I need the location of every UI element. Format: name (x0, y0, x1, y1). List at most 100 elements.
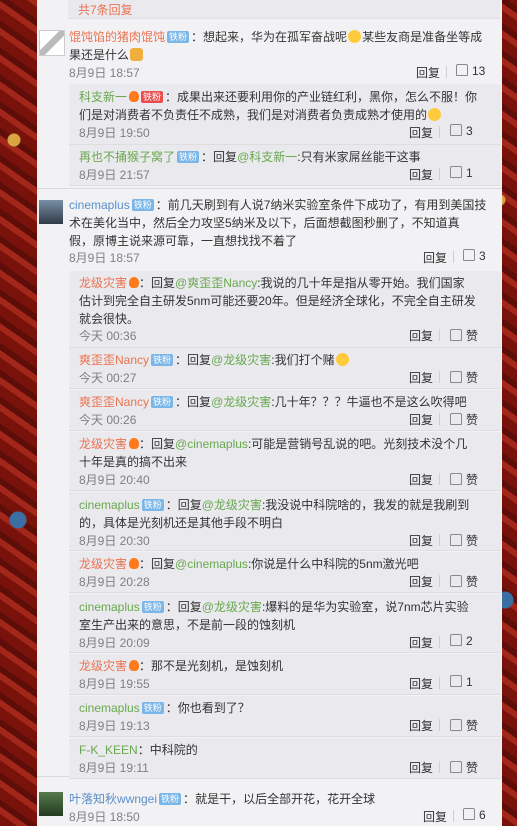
thumbs-up-icon (463, 249, 475, 261)
reply-item: 科支新一 铁粉 ：成果出来还要利用你的产业链红利，黑你，怎么不服！你 们是对消费者不… (69, 84, 501, 145)
reply-item: 龙级灾害 ：回复@cinemaplus:可能是营销号乱说的吧。光刻技术没个几 十年… (69, 432, 501, 491)
like-button[interactable]: 赞 (450, 327, 478, 344)
avatar[interactable] (39, 200, 63, 224)
reply-username[interactable]: F-K_KEEN (79, 743, 138, 757)
mention-link[interactable]: @cinemaplus (175, 437, 248, 451)
like-button[interactable]: 赞 (450, 471, 478, 488)
like-button[interactable]: 13 (456, 64, 485, 78)
like-button[interactable]: 赞 (450, 532, 478, 549)
fan-badge: 铁粉 (141, 601, 164, 613)
mention-link[interactable]: @龙级灾害 (202, 600, 262, 614)
like-button[interactable]: 3 (450, 124, 473, 138)
separator: ： (175, 395, 188, 409)
like-button[interactable]: 赞 (450, 759, 478, 776)
like-button[interactable]: 赞 (450, 717, 478, 734)
reply-username[interactable]: 再也不捅猴子窝了 (79, 150, 175, 164)
reply-button[interactable]: 回复 (409, 532, 433, 549)
separator: ： (139, 276, 152, 290)
reply-username[interactable]: 龙级灾害 (79, 659, 127, 673)
like-count: 13 (472, 64, 486, 78)
reply-text: 中科院的 (149, 743, 198, 757)
reply-button[interactable]: 回复 (409, 327, 433, 344)
reply-text: :你说是什么中科院的5nm激光吧 (247, 557, 419, 571)
reply-button[interactable]: 回复 (423, 808, 447, 825)
mention-link[interactable]: @龙级灾害 (202, 498, 262, 512)
fire-icon (129, 558, 140, 569)
fan-badge: 铁粉 (151, 396, 174, 408)
divider (453, 251, 454, 263)
fan-badge: 铁粉 (167, 31, 190, 43)
reply-button[interactable]: 回复 (409, 369, 433, 386)
like-button[interactable]: 赞 (450, 573, 478, 590)
comment-time: 8月9日 18:57 (69, 251, 140, 265)
divider (439, 719, 440, 731)
reply-button[interactable]: 回复 (409, 717, 433, 734)
avatar[interactable] (39, 792, 63, 816)
reply-time: 8月9日 19:13 (79, 719, 150, 733)
reply-username[interactable]: 科支新一 (79, 90, 127, 104)
comment-time: 8月9日 18:57 (69, 66, 140, 80)
mention-link[interactable]: @科支新一 (237, 150, 297, 164)
reply-button[interactable]: 回复 (409, 759, 433, 776)
grin-emoji-icon (428, 108, 442, 121)
like-button[interactable]: 3 (463, 249, 486, 263)
more-replies-link[interactable]: 共7条回复 (78, 1, 133, 18)
reply-button[interactable]: 回复 (423, 249, 447, 266)
like-button[interactable]: 1 (450, 166, 473, 180)
like-button[interactable]: 6 (463, 808, 486, 822)
mention-link[interactable]: @爽歪歪Nancy (175, 276, 257, 290)
reply-button[interactable]: 回复 (409, 634, 433, 651)
reply-button[interactable]: 回复 (416, 64, 440, 81)
reply-item: cinemaplus 铁粉 ：你也看到了？ 8月9日 19:13 回复 赞 (69, 696, 501, 737)
comment-username[interactable]: 叶落知秋wwngei (69, 792, 157, 806)
reply-username[interactable]: 爽歪歪Nancy (79, 395, 149, 409)
like-button[interactable]: 赞 (450, 411, 478, 428)
avatar[interactable] (39, 30, 65, 56)
comment-username[interactable]: cinemaplus (69, 198, 130, 212)
reply-text: 你也看到了？ (177, 701, 250, 715)
reply-username[interactable]: 龙级灾害 (79, 276, 127, 290)
like-count: 6 (479, 808, 486, 822)
like-count: 3 (466, 124, 473, 138)
separator: ： (165, 90, 178, 104)
comment-text: 某些友商是准备坐等成 (362, 30, 483, 44)
reply-button[interactable]: 回复 (409, 124, 433, 141)
reply-username[interactable]: 爽歪歪Nancy (79, 353, 149, 367)
divider (439, 329, 440, 341)
mention-link[interactable]: @龙级灾害 (211, 353, 271, 367)
like-count: 赞 (466, 413, 479, 427)
fire-icon (129, 277, 140, 288)
thumbs-up-icon (450, 473, 462, 485)
reply-button[interactable]: 回复 (409, 471, 433, 488)
reply-button[interactable]: 回复 (409, 675, 433, 692)
like-button[interactable]: 1 (450, 675, 473, 689)
reply-prefix: 回复 (177, 600, 202, 614)
comment-time: 8月9日 18:50 (69, 810, 140, 824)
reply-text: 们是对消费者不负责任不成熟，我们是对消费者负责成熟才使用的 (79, 108, 428, 122)
reply-username[interactable]: cinemaplus (79, 701, 140, 715)
comment-username[interactable]: 馄饨馅的猪肉馄饨 (69, 30, 165, 44)
reply-text: :只有米家屌丝能干这事 (297, 150, 421, 164)
reply-item: 龙级灾害 ：回复@cinemaplus:你说是什么中科院的5nm激光吧 8月9日 … (69, 552, 501, 593)
reply-text: 就会很快。 (79, 312, 140, 326)
mention-link[interactable]: @龙级灾害 (211, 395, 271, 409)
comment-item: 叶落知秋wwngei 铁粉 ：就是干，以后全部开花，花开全球 8月9日 18:50 … (37, 788, 502, 826)
thumbs-up-icon (450, 761, 462, 773)
reply-username[interactable]: 龙级灾害 (79, 557, 127, 571)
reply-prefix: 回复 (187, 353, 212, 367)
mention-link[interactable]: @cinemaplus (175, 557, 248, 571)
fan-badge: 铁粉 (141, 499, 164, 511)
divider (453, 810, 454, 822)
reply-time: 8月9日 19:11 (79, 761, 149, 775)
like-button[interactable]: 2 (450, 634, 473, 648)
fire-icon (129, 438, 140, 449)
reply-prefix: 回复 (151, 437, 176, 451)
reply-username[interactable]: cinemaplus (79, 498, 140, 512)
reply-button[interactable]: 回复 (409, 573, 433, 590)
reply-item: 龙级灾害 ：那不是光刻机，是蚀刻机 8月9日 19:55 回复 1 (69, 654, 501, 695)
reply-username[interactable]: cinemaplus (79, 600, 140, 614)
like-button[interactable]: 赞 (450, 369, 478, 386)
reply-button[interactable]: 回复 (409, 411, 433, 428)
reply-button[interactable]: 回复 (409, 166, 433, 183)
reply-username[interactable]: 龙级灾害 (79, 437, 127, 451)
